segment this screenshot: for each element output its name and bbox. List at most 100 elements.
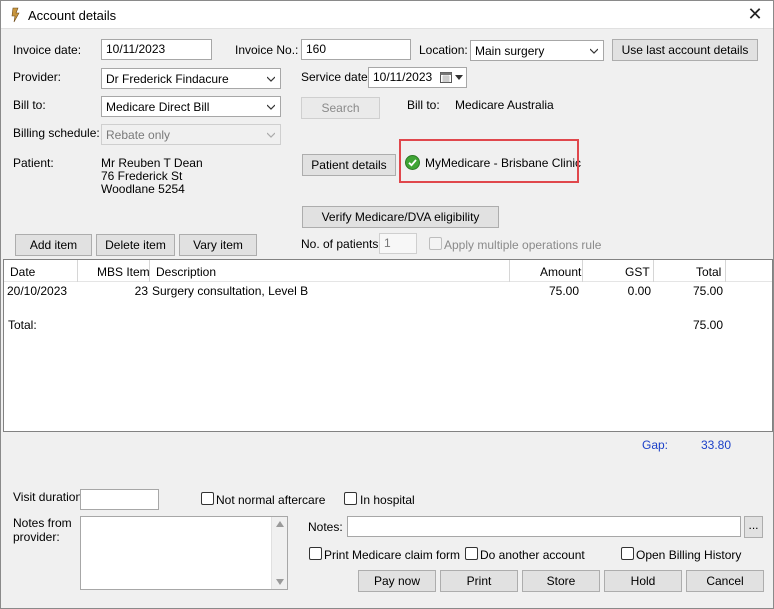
location-value: Main surgery — [475, 44, 545, 58]
close-icon[interactable]: ✕ — [745, 4, 765, 24]
row-description: Surgery consultation, Level B — [152, 284, 309, 298]
items-table[interactable]: Date MBS Item Description Amount GST Tot… — [3, 259, 773, 432]
patient-suburb-line: Woodlane 5254 — [101, 182, 185, 196]
account-details-window: Account details ✕ Invoice date: 10/11/20… — [0, 0, 774, 609]
invoice-date-input[interactable]: 10/11/2023 — [101, 39, 212, 60]
vertical-scrollbar[interactable] — [271, 517, 287, 589]
bill-to-right-label: Bill to: — [407, 98, 440, 112]
table-total-value: 75.00 — [692, 318, 723, 332]
print-button[interactable]: Print — [440, 570, 518, 592]
service-date-value: 10/11/2023 — [373, 70, 433, 84]
table-header: Date MBS Item Description Amount GST Tot… — [4, 260, 772, 282]
notes-from-provider-label-2: provider: — [13, 530, 60, 544]
mymedicare-highlight-box — [399, 139, 579, 183]
gap-label: Gap: — [642, 438, 669, 452]
not-normal-aftercare-label: Not normal aftercare — [216, 493, 326, 507]
scroll-down-icon[interactable] — [276, 579, 284, 585]
in-hospital-label: In hospital — [360, 493, 415, 507]
service-date-input[interactable]: 10/11/2023 — [368, 67, 467, 88]
bill-to-value: Medicare Direct Bill — [106, 100, 210, 114]
patient-name: Mr Reuben T Dean — [101, 156, 203, 170]
patient-details-button[interactable]: Patient details — [302, 154, 396, 176]
column-separator — [653, 260, 654, 282]
print-medicare-claim-label: Print Medicare claim form — [324, 548, 461, 562]
add-item-button[interactable]: Add item — [15, 234, 92, 256]
visit-duration-label: Visit duration: — [13, 490, 86, 504]
verify-eligibility-button[interactable]: Verify Medicare/DVA eligibility — [302, 206, 499, 228]
patient-label: Patient: — [13, 156, 54, 170]
no-of-patients-label: No. of patients: — [301, 237, 382, 251]
row-gst: 0.00 — [627, 284, 651, 298]
notes-ellipsis-button[interactable]: ... — [744, 516, 763, 538]
bill-to-right-value: Medicare Australia — [455, 98, 554, 112]
column-separator — [582, 260, 583, 282]
table-row[interactable]: 20/10/2023 23 Surgery consultation, Leve… — [4, 283, 772, 299]
column-header-amount[interactable]: Amount — [540, 265, 581, 279]
invoice-no-label: Invoice No.: — [235, 43, 299, 57]
location-select[interactable]: Main surgery — [470, 40, 604, 61]
form-content: Invoice date: 10/11/2023 Invoice No.: 16… — [2, 30, 773, 608]
notes-from-provider-label: Notes from — [13, 516, 72, 530]
provider-label: Provider: — [13, 70, 62, 84]
bill-to-label: Bill to: — [13, 98, 46, 112]
billing-schedule-select[interactable]: Rebate only — [101, 124, 281, 145]
app-logo-icon — [11, 7, 20, 23]
do-another-account-checkbox[interactable] — [465, 547, 478, 560]
no-of-patients-input[interactable]: 1 — [379, 233, 417, 254]
chevron-down-icon — [267, 132, 275, 138]
dropdown-triangle-icon[interactable] — [455, 75, 463, 80]
apply-multiple-label: Apply multiple operations rule — [444, 238, 602, 252]
row-amount: 75.00 — [548, 284, 579, 298]
row-mbs-item: 23 — [134, 284, 148, 298]
cancel-button[interactable]: Cancel — [686, 570, 764, 592]
chevron-down-icon — [590, 48, 598, 54]
bill-to-select[interactable]: Medicare Direct Bill — [101, 96, 281, 117]
provider-value: Dr Frederick Findacure — [106, 72, 229, 86]
chevron-down-icon — [267, 76, 275, 82]
location-label: Location: — [419, 43, 468, 57]
apply-multiple-checkbox[interactable] — [429, 237, 442, 250]
notes-input[interactable] — [347, 516, 741, 537]
calendar-icon[interactable] — [440, 71, 452, 83]
invoice-no-input[interactable]: 160 — [301, 39, 411, 60]
patient-address-line: 76 Frederick St — [101, 169, 183, 183]
window-title: Account details — [28, 8, 117, 23]
delete-item-button[interactable]: Delete item — [96, 234, 175, 256]
billing-schedule-value: Rebate only — [106, 128, 171, 142]
notes-label: Notes: — [308, 520, 343, 534]
not-normal-aftercare-checkbox[interactable] — [201, 492, 214, 505]
row-total: 75.00 — [692, 284, 723, 298]
notes-from-provider-textarea[interactable] — [80, 516, 288, 590]
column-separator — [149, 260, 150, 282]
billing-schedule-label: Billing schedule: — [13, 126, 100, 140]
column-separator — [509, 260, 510, 282]
column-header-mbs-item[interactable]: MBS Item — [97, 265, 150, 279]
gap-value: 33.80 — [701, 438, 732, 452]
service-date-label: Service date: — [301, 70, 372, 84]
table-total-label: Total: — [8, 318, 37, 332]
column-separator — [77, 260, 78, 282]
in-hospital-checkbox[interactable] — [344, 492, 357, 505]
chevron-down-icon — [267, 104, 275, 110]
vary-item-button[interactable]: Vary item — [179, 234, 257, 256]
title-bar[interactable]: Account details ✕ — [1, 1, 773, 29]
column-header-gst[interactable]: GST — [625, 265, 650, 279]
store-button[interactable]: Store — [522, 570, 600, 592]
do-another-account-label: Do another account — [480, 548, 585, 562]
column-header-description[interactable]: Description — [156, 265, 216, 279]
search-button[interactable]: Search — [301, 97, 380, 119]
provider-select[interactable]: Dr Frederick Findacure — [101, 68, 281, 89]
open-billing-history-label: Open Billing History — [636, 548, 742, 562]
pay-now-button[interactable]: Pay now — [358, 570, 436, 592]
open-billing-history-checkbox[interactable] — [621, 547, 634, 560]
print-medicare-claim-checkbox[interactable] — [309, 547, 322, 560]
column-header-date[interactable]: Date — [10, 265, 35, 279]
hold-button[interactable]: Hold — [604, 570, 682, 592]
use-last-account-button[interactable]: Use last account details — [612, 39, 758, 61]
visit-duration-input[interactable] — [80, 489, 159, 510]
column-header-total[interactable]: Total — [696, 265, 721, 279]
column-separator — [725, 260, 726, 282]
row-date: 20/10/2023 — [7, 284, 68, 298]
invoice-date-label: Invoice date: — [13, 43, 82, 57]
scroll-up-icon[interactable] — [276, 521, 284, 527]
